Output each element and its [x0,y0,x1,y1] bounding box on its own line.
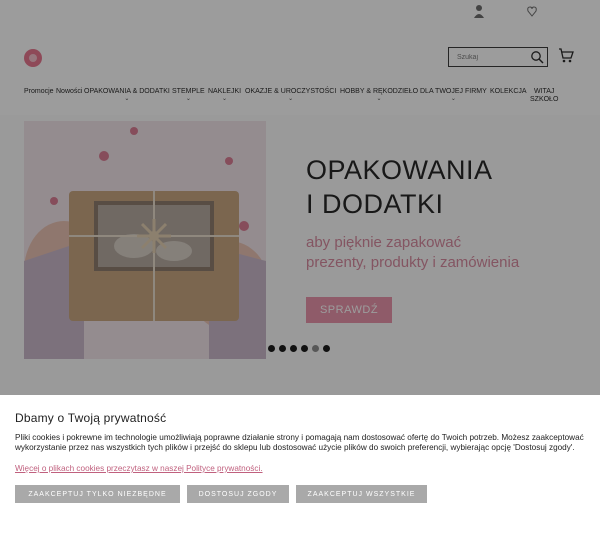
nav-label: OKAZJE & UROCZYSTOŚCI [245,88,337,95]
search-box [448,47,548,67]
nav-item-witaj[interactable]: WITAJ SZKOŁO [530,88,558,104]
nav-item-okazje[interactable]: OKAZJE & UROCZYSTOŚCI ⌄ [245,88,336,102]
hero-banner: OPAKOWANIA I DODATKI aby pięknie zapakow… [0,115,600,395]
nav-label: WITAJ [533,88,555,95]
nav-label: KOLEKCJA [490,88,527,95]
cookie-text: Pliki cookies i pokrewne im technologie … [15,433,584,452]
hero-title: OPAKOWANIA I DODATKI [306,153,493,221]
slider-dot-active[interactable] [312,345,319,352]
hero-image[interactable] [24,121,266,359]
slider-dots [268,345,330,352]
top-bar [0,0,600,25]
hero-subtitle: aby pięknie zapakować prezenty, produkty… [306,233,519,273]
page: Promocje Nowości OPAKOWANIA & DODATKI⌄ S… [0,0,600,560]
logo-mark [24,49,42,67]
chevron-down-icon: ⌄ [222,96,228,102]
chevron-down-icon: ⌄ [450,96,456,102]
account-link[interactable] [474,4,484,18]
wishlist-link[interactable] [527,4,537,18]
hero-title-line: I DODATKI [306,189,444,219]
chevron-down-icon: ⌄ [124,96,130,102]
nav-item-promocje[interactable]: Promocje [24,88,54,96]
nav-item-hobby[interactable]: HOBBY & RĘKODZIEŁO ⌄ [340,88,418,102]
nav-item-dla-firmy[interactable]: DLA TWOJEJ FIRMY ⌄ [420,88,487,102]
slider-dot[interactable] [301,345,308,352]
cart-icon[interactable] [558,47,574,63]
cookie-title: Dbamy o Twoją prywatność [15,411,167,425]
slider-dot[interactable] [268,345,275,352]
gift-box-illustration [24,121,266,359]
nav-label: OPAKOWANIA & DODATKI [84,88,170,95]
search-icon[interactable] [530,50,544,64]
user-icon [474,5,484,18]
nav-item-stemple[interactable]: STEMPLE ⌄ [172,88,205,102]
accept-all-button[interactable]: ZAAKCEPTUJ WSZYSTKIE [296,485,427,503]
nav-item-kolekcja[interactable]: KOLEKCJA [490,88,527,96]
privacy-policy-link[interactable]: Więcej o plikach cookies przeczytasz w n… [15,464,263,473]
nav-item-naklejki[interactable]: NAKLEJKI ⌄ [208,88,241,102]
customize-consent-button[interactable]: DOSTOSUJ ZGODY [187,485,289,503]
nav-label: Promocje [24,88,54,95]
nav-item-opakowania[interactable]: OPAKOWANIA & DODATKI ⌄ [84,88,170,102]
cookie-buttons: ZAAKCEPTUJ TYLKO NIEZBĘDNE DOSTOSUJ ZGOD… [15,485,427,503]
nav-label: NAKLEJKI [208,88,242,95]
nav-label: Nowości [56,88,83,95]
nav-label: SZKOŁO [530,96,559,103]
slider-dot[interactable] [323,345,330,352]
hero-title-line: OPAKOWANIA [306,155,493,185]
main-nav: Promocje Nowości OPAKOWANIA & DODATKI ⌄ S… [0,88,600,118]
heart-icon [527,6,537,17]
chevron-down-icon: ⌄ [185,96,191,102]
hero-subtitle-line: prezenty, produkty i zamówienia [306,254,520,271]
chevron-down-icon: ⌄ [376,96,382,102]
nav-label: DLA TWOJEJ FIRMY [420,88,487,95]
header: Promocje Nowości OPAKOWANIA & DODATKI⌄ S… [0,25,600,115]
cookie-consent-panel: Dbamy o Twoją prywatność Pliki cookies i… [0,395,600,560]
logo[interactable] [24,49,42,67]
nav-label: HOBBY & RĘKODZIEŁO [340,88,419,95]
slider-dot[interactable] [279,345,286,352]
accept-necessary-button[interactable]: ZAAKCEPTUJ TYLKO NIEZBĘDNE [15,485,180,503]
slider-dot[interactable] [290,345,297,352]
nav-label: STEMPLE [172,88,205,95]
hero-subtitle-line: aby pięknie zapakować [306,234,462,251]
hero-cta-button[interactable]: SPRAWDŹ [306,297,392,323]
chevron-down-icon: ⌄ [288,96,294,102]
nav-item-nowosci[interactable]: Nowości [56,88,82,96]
search-input[interactable] [449,48,529,66]
